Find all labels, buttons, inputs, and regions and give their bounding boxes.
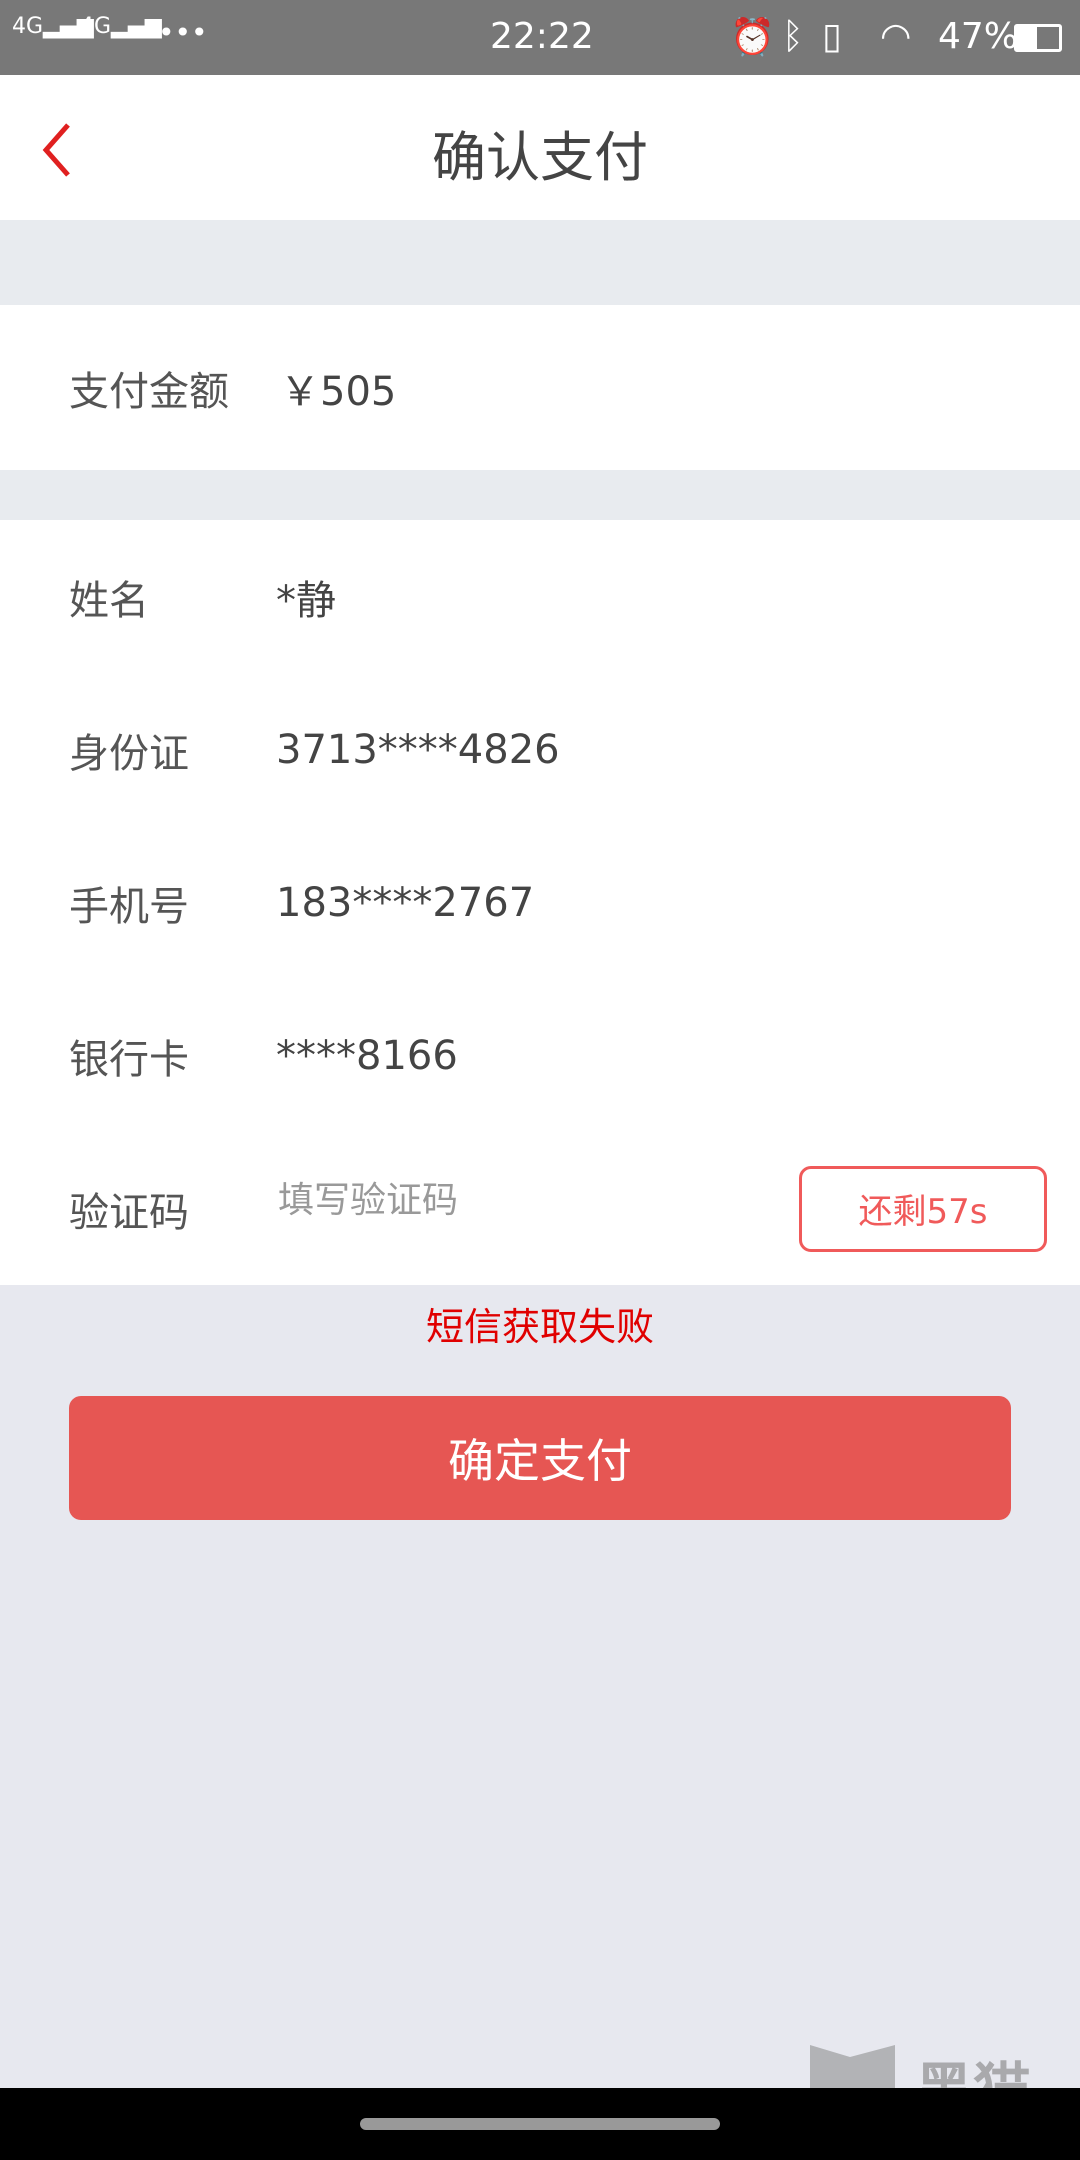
verify-code-input[interactable] (276, 1179, 760, 1223)
info-row-id: 身份证 3713****4826 (0, 673, 1080, 826)
signal-icon-2: 4G▂▄▆ (80, 14, 162, 39)
name-label: 姓名 (69, 577, 149, 624)
amount-section: 支付金额 ￥505 (0, 305, 1080, 470)
phone-value: 183****2767 (276, 879, 535, 926)
bluetooth-icon: ᛒ (782, 16, 804, 57)
navigation-bar (0, 2088, 1080, 2160)
alarm-icon: ⏰ (730, 17, 775, 58)
home-indicator[interactable] (360, 2118, 720, 2130)
id-label: 身份证 (69, 730, 189, 777)
info-row-card: 银行卡 ****8166 (0, 979, 1080, 1132)
verify-row: 验证码 还剩57s (0, 1132, 1080, 1285)
battery-icon (1014, 24, 1062, 52)
info-row-phone: 手机号 183****2767 (0, 826, 1080, 979)
status-bar: 4G▂▄▆ 4G▂▄▆ ••• 22:22 ⏰ ᛒ ▯ ◠ 47% (0, 0, 1080, 75)
divider (0, 220, 1080, 305)
phone-label: 手机号 (69, 883, 189, 930)
divider (0, 470, 1080, 520)
confirm-pay-button[interactable]: 确定支付 (69, 1396, 1011, 1520)
more-notifications-icon: ••• (158, 16, 208, 49)
info-row-name: 姓名 *静 (0, 520, 1080, 673)
page-title: 确认支付 (432, 126, 648, 189)
amount-row: 支付金额 ￥505 (0, 305, 1080, 470)
network-type-2: 4G (80, 14, 112, 39)
amount-value: ￥505 (280, 368, 397, 415)
network-type: 4G (12, 14, 44, 39)
info-section: 姓名 *静 身份证 3713****4826 手机号 183****2767 银… (0, 520, 1080, 1285)
id-value: 3713****4826 (276, 726, 560, 773)
resend-countdown-button[interactable]: 还剩57s (799, 1165, 1047, 1252)
battery-percent: 47% (938, 16, 1019, 57)
error-message: 短信获取失败 (425, 1305, 654, 1349)
card-value: ****8166 (276, 1032, 458, 1079)
amount-label: 支付金额 (69, 368, 229, 415)
wifi-icon: ◠ (880, 16, 912, 57)
name-value: *静 (276, 577, 336, 624)
vibrate-icon: ▯ (822, 16, 842, 57)
verify-label: 验证码 (69, 1189, 189, 1236)
clock: 22:22 (490, 16, 594, 57)
header: 确认支付 (0, 75, 1080, 220)
card-label: 银行卡 (69, 1036, 189, 1083)
